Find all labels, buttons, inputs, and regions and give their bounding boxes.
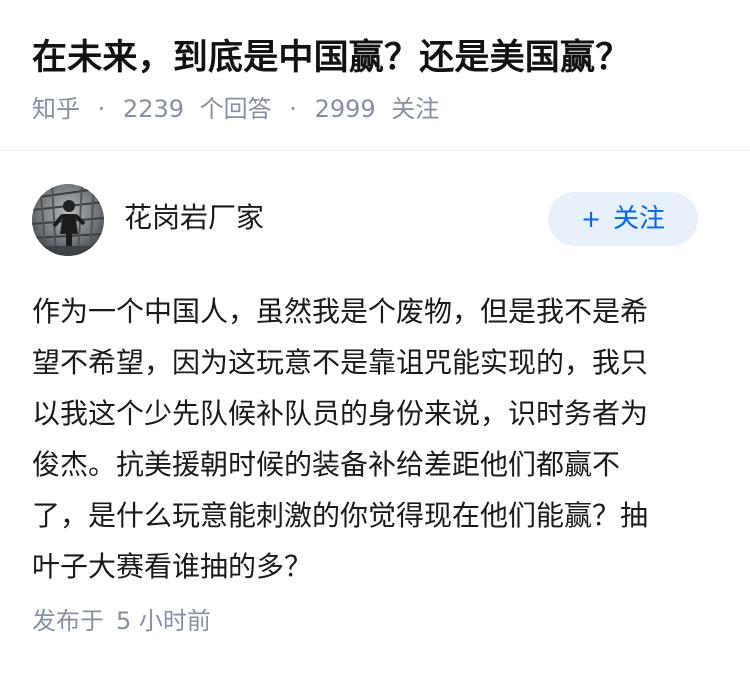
section-divider — [0, 150, 750, 151]
source-label[interactable]: 知乎 — [32, 95, 80, 123]
meta-separator: · — [97, 95, 106, 123]
answer-line: 叶子大赛看谁抽的多？ — [32, 550, 313, 583]
meta-separator: · — [289, 95, 297, 123]
answer-line: 以我这个少先队候补队员的身份来说，识时务者为 — [32, 397, 649, 430]
follow-button[interactable]: + 关注 — [548, 192, 698, 246]
answer-count: 2239 — [122, 95, 184, 123]
answer-line: 俊杰。抗美援朝时候的装备补给差距他们都赢不 — [32, 448, 621, 481]
question-meta: 知乎 · 2239 个回答 · 2999 关注 — [32, 92, 439, 126]
avatar[interactable] — [32, 184, 104, 256]
person-photo-avatar-icon — [32, 184, 104, 256]
answer-count-label: 个回答 — [199, 95, 272, 123]
follower-count-label: 关注 — [391, 95, 440, 123]
answer-page: 在未来，到底是中国赢？还是美国赢？ 知乎 · 2239 个回答 · 2999 关… — [0, 0, 750, 674]
published-label: 发布于 — [32, 607, 104, 635]
follow-button-label: 关注 — [613, 204, 666, 234]
answer-footer: 发布于 5 小时前 — [32, 604, 211, 638]
author-name[interactable]: 花岗岩厂家 — [124, 198, 264, 238]
follower-count: 2999 — [314, 95, 376, 123]
question-header: 在未来，到底是中国赢？还是美国赢？ 知乎 · 2239 个回答 · 2999 关… — [0, 0, 750, 150]
answer-content: 作为一个中国人，虽然我是个废物，但是我不是希 望不希望，因为这玩意不是靠诅咒能实… — [32, 286, 722, 592]
plus-icon: + — [580, 205, 602, 233]
answer-line: 作为一个中国人，虽然我是个废物，但是我不是希 — [32, 295, 649, 328]
answer-line: 望不希望，因为这玩意不是靠诅咒能实现的，我只 — [32, 346, 649, 379]
question-title[interactable]: 在未来，到底是中国赢？还是美国赢？ — [32, 34, 630, 82]
author-row: 花岗岩厂家 + 关注 — [0, 184, 750, 256]
answer-line: 了，是什么玩意能刺激的你觉得现在他们能赢？抽 — [32, 499, 649, 532]
published-time: 5 小时前 — [116, 607, 211, 635]
